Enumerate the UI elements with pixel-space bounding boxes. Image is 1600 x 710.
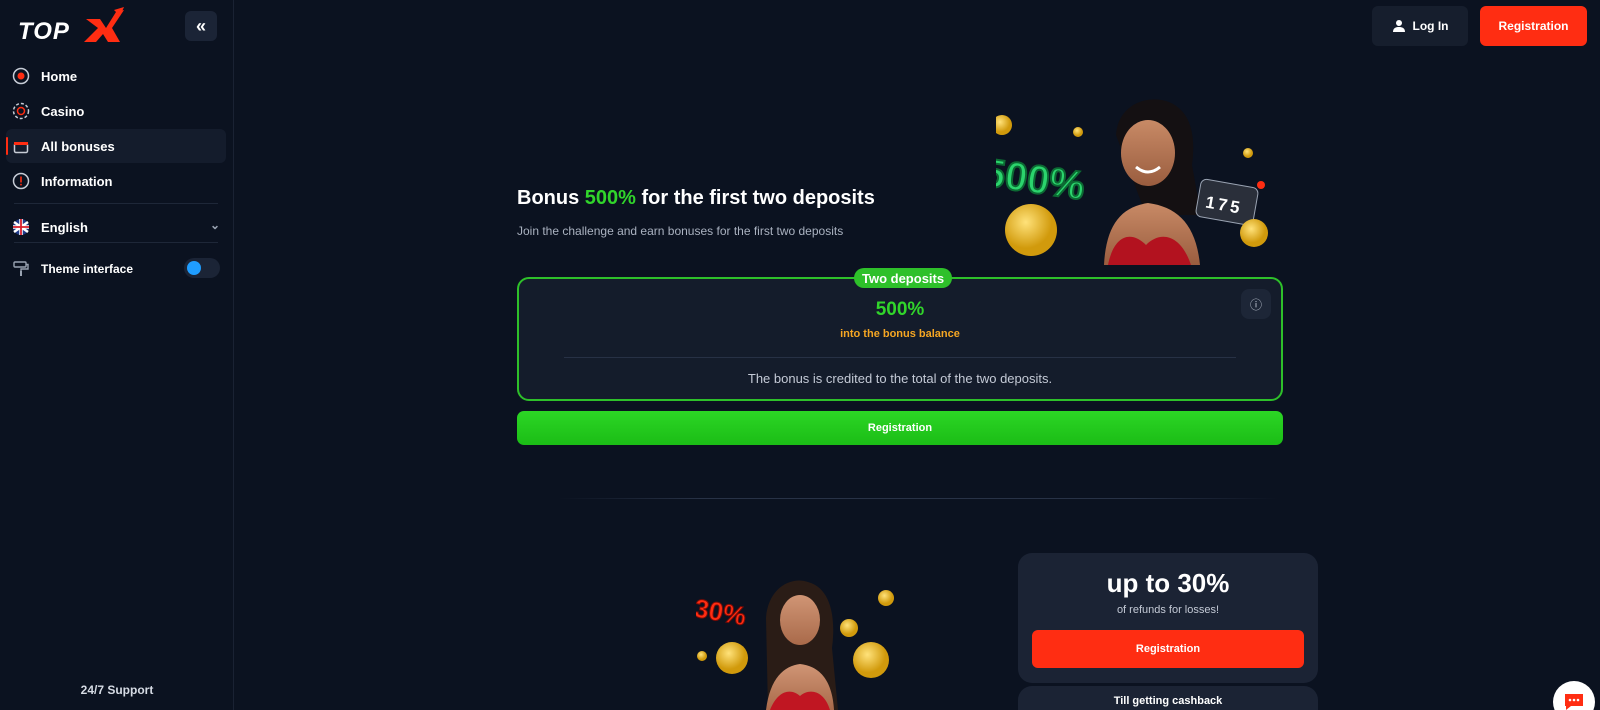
header-registration-button[interactable]: Registration <box>1480 6 1587 46</box>
two-deposits-card: Two deposits ⓘ 500% into the bonus balan… <box>517 268 1283 401</box>
card-divider <box>564 357 1236 358</box>
sidebar-item-home[interactable]: Home <box>6 59 226 93</box>
sidebar-item-label: Casino <box>41 103 85 119</box>
cashback-registration-button[interactable]: Registration <box>1032 630 1304 668</box>
title-prefix: Bonus <box>517 187 585 209</box>
home-icon <box>12 67 30 85</box>
collapse-sidebar-button[interactable]: « <box>185 11 217 41</box>
title-suffix: for the first two deposits <box>635 187 875 209</box>
sidebar-nav: Home Casino All bonuses Information <box>6 59 226 199</box>
login-button[interactable]: Log In <box>1372 6 1468 46</box>
sidebar-divider <box>14 203 218 204</box>
sidebar-divider <box>14 242 218 243</box>
section-divider <box>558 498 1278 499</box>
sidebar: TOP « Home Casino All bonuses Informatio… <box>0 0 234 710</box>
theme-label: Theme interface <box>41 262 134 276</box>
sidebar-item-all-bonuses[interactable]: All bonuses <box>6 129 226 163</box>
gift-icon <box>12 137 30 155</box>
language-selector[interactable]: English ⌄ <box>12 216 220 238</box>
cashback-progress-title: Till getting cashback <box>1113 695 1223 707</box>
svg-text:TOP: TOP <box>18 18 70 45</box>
user-icon <box>1392 20 1405 32</box>
bonus-percent-value: 500% <box>875 299 925 320</box>
svg-text:30%: 30% <box>696 593 749 632</box>
double-chevron-left-icon: « <box>195 15 206 36</box>
cashback-label: of refunds for losses! <box>1116 604 1220 616</box>
login-label: Log In <box>1412 19 1449 33</box>
bonus-subtitle: Join the challenge and earn bonuses for … <box>517 224 844 238</box>
uk-flag-icon <box>12 218 30 236</box>
chevron-down-icon: ⌄ <box>209 218 220 232</box>
svg-text:500%: 500% <box>996 151 1088 209</box>
bonus-registration-button[interactable]: Registration <box>517 411 1283 445</box>
chat-button[interactable] <box>1553 681 1595 710</box>
sidebar-item-label: Home <box>41 68 78 84</box>
theme-interface-row: Theme interface <box>12 258 220 280</box>
casino-chip-icon <box>12 102 30 120</box>
bonus-note: The bonus is credited to the total of th… <box>747 371 1053 386</box>
cashback-illustration: 30% <box>696 580 894 710</box>
bonus-hero-illustration: 500% 175 <box>996 99 1268 265</box>
info-icon <box>12 172 30 190</box>
sidebar-item-label: Information <box>41 173 113 189</box>
cashback-card: up to 30% of refunds for losses! Registr… <box>1018 553 1318 683</box>
cashback-value: up to 30% <box>1106 568 1230 598</box>
cashback-progress-card: Till getting cashback <box>1018 686 1318 710</box>
support-label[interactable]: 24/7 Support <box>0 683 234 697</box>
sidebar-item-information[interactable]: Information <box>6 164 226 198</box>
chat-bubble-icon <box>1565 694 1583 710</box>
sidebar-item-label: All bonuses <box>41 138 115 154</box>
topx-logo[interactable]: TOP <box>16 6 128 46</box>
two-deposits-badge: Two deposits <box>854 268 953 288</box>
language-label: English <box>41 219 88 235</box>
bonus-title: Bonus 500% for the first two deposits <box>517 187 875 210</box>
title-highlight: 500% <box>584 187 636 209</box>
moon-icon <box>187 261 201 275</box>
sidebar-item-casino[interactable]: Casino <box>6 94 226 128</box>
bonus-balance-label: into the bonus balance <box>840 328 960 340</box>
theme-toggle[interactable] <box>184 258 220 278</box>
paint-roller-icon <box>12 260 30 278</box>
